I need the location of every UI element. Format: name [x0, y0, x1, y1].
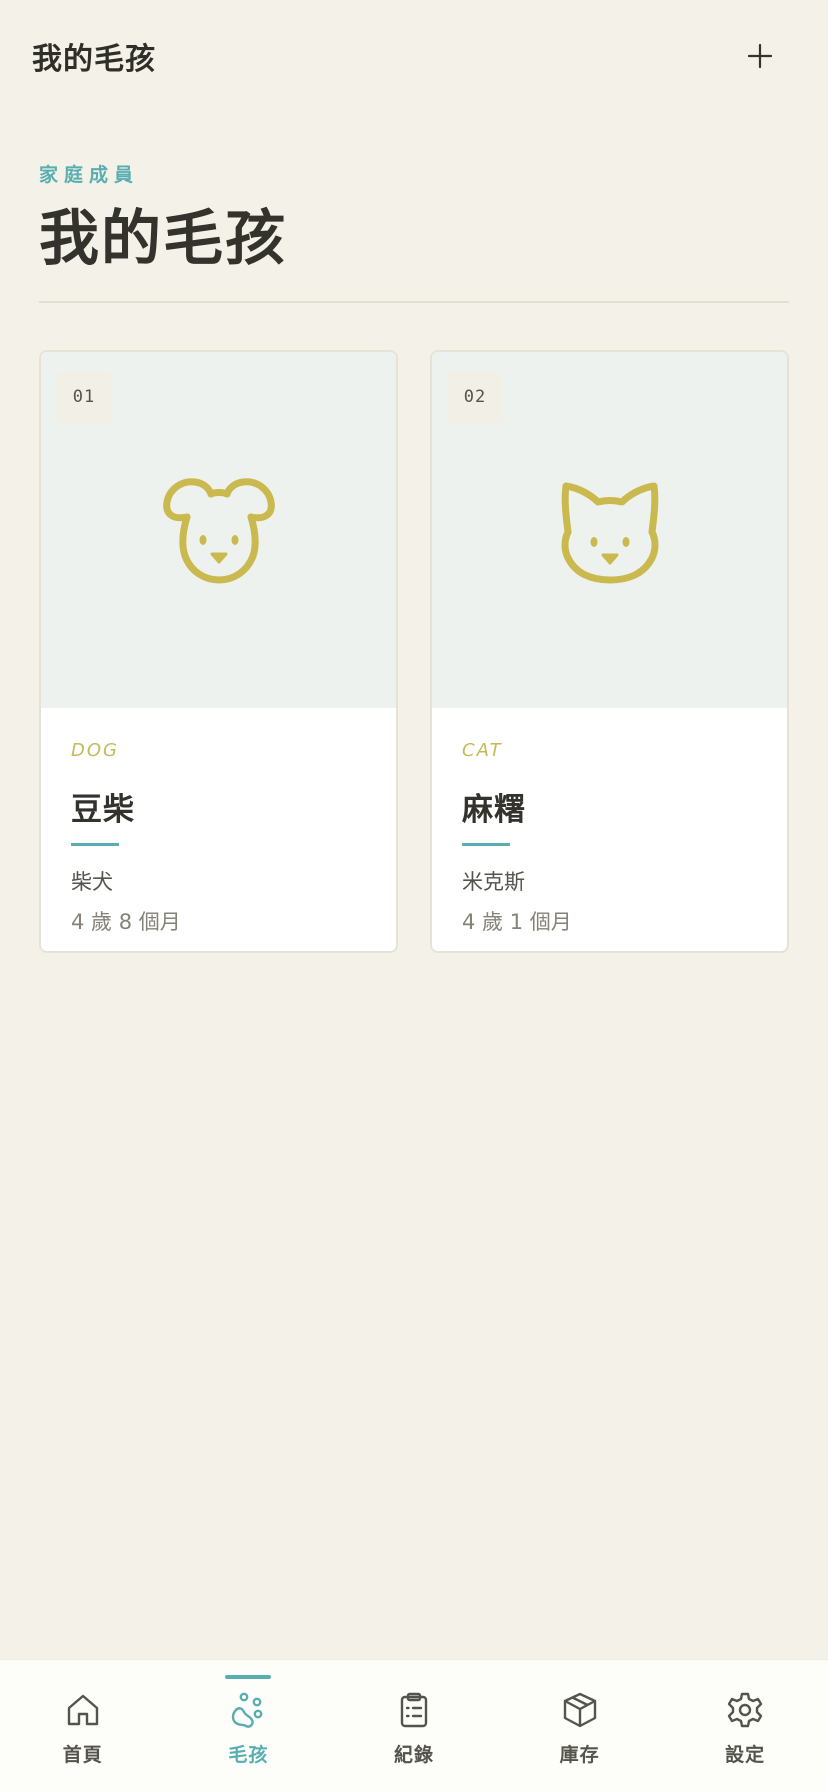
pet-card-body: DOG 豆柴 柴犬 4 歲 8 個月	[71, 740, 376, 936]
pet-breed: 柴犬	[71, 870, 113, 894]
home-icon	[67, 1694, 98, 1726]
pet-card-cat[interactable]: 02 CAT 麻糬 米克斯 4 歲 1 個月	[430, 350, 789, 953]
pet-card-number: 02	[448, 372, 502, 422]
app-bar-title: 我的毛孩	[32, 42, 156, 77]
pet-name: 豆柴	[71, 792, 135, 828]
clipboard-icon	[400, 1692, 428, 1728]
pet-name: 麻糬	[462, 792, 526, 828]
pet-card-number: 01	[57, 372, 111, 422]
pet-name-underline	[71, 843, 119, 846]
pet-age: 4 歲 8 個月	[71, 910, 181, 934]
pet-card-media: 02	[432, 352, 787, 708]
paw-icon	[232, 1692, 263, 1728]
top-bar: 我的毛孩	[0, 0, 828, 112]
nav-item-settings[interactable]: 設定	[662, 1660, 828, 1791]
nav-label: 庫存	[559, 1744, 600, 1766]
nav-label: 設定	[725, 1744, 766, 1766]
pet-species-label: CAT	[462, 740, 503, 761]
dog-face-icon	[163, 478, 275, 584]
active-tab-indicator	[225, 1675, 272, 1679]
pet-species-label: DOG	[71, 740, 119, 761]
app-root: 我的毛孩 家庭成員 我的毛孩 01 DOG 豆柴 柴犬 4 歲 8 個月 02 …	[0, 0, 828, 1791]
section-divider	[39, 301, 789, 303]
pet-breed: 米克斯	[462, 870, 525, 894]
bottom-nav: 首頁 毛孩 紀錄 庫存 設定	[0, 1659, 828, 1791]
add-pet-button[interactable]	[732, 28, 788, 84]
plus-icon	[747, 43, 773, 69]
nav-item-pets[interactable]: 毛孩	[166, 1660, 332, 1791]
nav-item-records[interactable]: 紀錄	[331, 1660, 497, 1791]
pet-name-underline	[462, 843, 510, 846]
box-icon	[563, 1692, 596, 1728]
nav-item-home[interactable]: 首頁	[0, 1660, 166, 1791]
nav-label: 毛孩	[228, 1744, 269, 1766]
nav-label: 紀錄	[393, 1744, 434, 1766]
cat-face-icon	[561, 482, 659, 584]
pet-age: 4 歲 1 個月	[462, 910, 572, 934]
page-title: 我的毛孩	[39, 204, 287, 274]
pet-card-body: CAT 麻糬 米克斯 4 歲 1 個月	[462, 740, 767, 936]
section-eyebrow: 家庭成員	[39, 164, 140, 186]
pet-card-dog[interactable]: 01 DOG 豆柴 柴犬 4 歲 8 個月	[39, 350, 398, 953]
pet-card-media: 01	[41, 352, 396, 708]
gear-icon	[727, 1692, 763, 1728]
nav-label: 首頁	[62, 1744, 103, 1766]
nav-item-inventory[interactable]: 庫存	[497, 1660, 663, 1791]
